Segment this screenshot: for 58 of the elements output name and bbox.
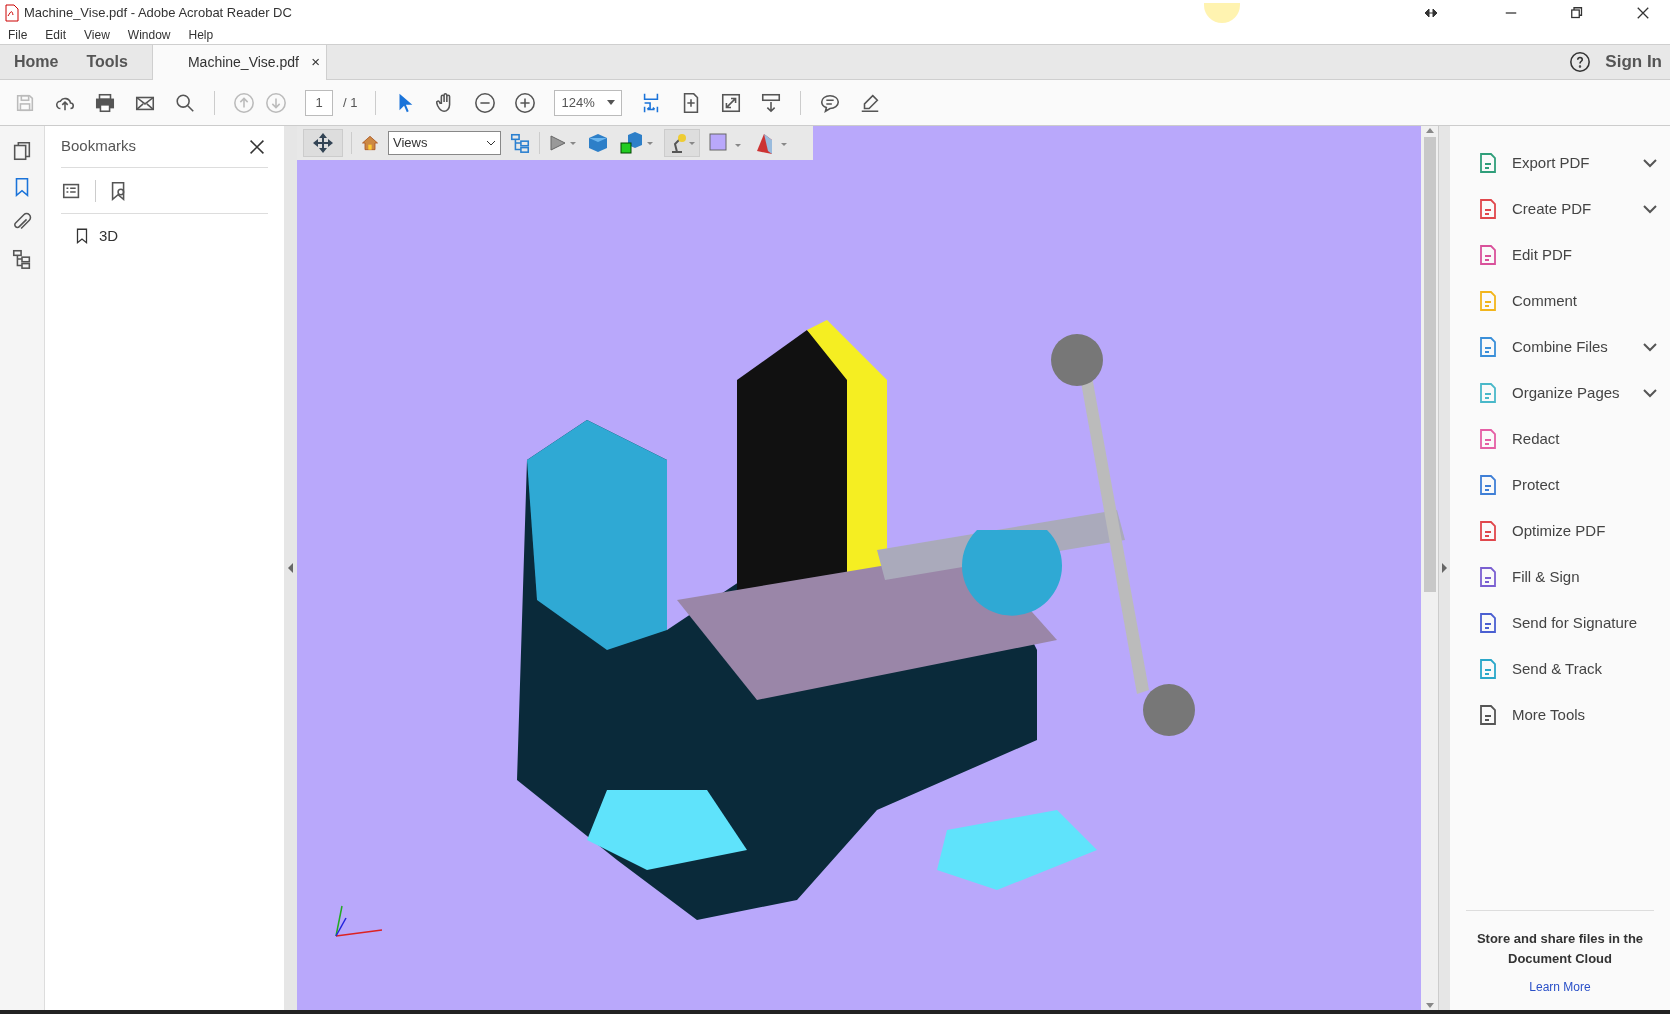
structure-tree-icon[interactable]	[11, 248, 33, 270]
zoom-dropdown[interactable]: 124%	[554, 89, 623, 116]
pdf-file-icon	[4, 4, 20, 22]
nav-tab[interactable]: Tools	[72, 45, 142, 79]
tab-close-button[interactable]: ×	[311, 51, 320, 74]
pages-icon[interactable]	[11, 140, 33, 162]
tool-item[interactable]: Redact	[1450, 416, 1670, 462]
tool-item[interactable]: Export PDF	[1450, 140, 1670, 186]
tool-item[interactable]: Fill & Sign	[1450, 554, 1670, 600]
cube-pair-icon[interactable]	[618, 130, 656, 156]
play-icon[interactable]	[548, 133, 578, 153]
page-number-field[interactable]: 1	[305, 89, 333, 116]
page-total: / 1	[343, 93, 358, 112]
tool-item[interactable]: Send & Track	[1450, 646, 1670, 692]
sign-in-link[interactable]: Sign In	[1605, 49, 1662, 75]
window-title: Machine_Vise.pdf - Adobe Acrobat Reader DC	[24, 4, 292, 23]
chevron-down-icon[interactable]	[1642, 388, 1658, 398]
tool-item[interactable]: Comment	[1450, 278, 1670, 324]
menu-item[interactable]: Window	[127, 26, 171, 44]
tool-item[interactable]: Combine Files	[1450, 324, 1670, 370]
tool-item[interactable]: Send for Signature	[1450, 600, 1670, 646]
tool-item[interactable]: More Tools	[1450, 692, 1670, 738]
cube-icon[interactable]	[586, 131, 610, 155]
menu-item[interactable]: Help	[188, 26, 214, 44]
help-icon[interactable]	[1569, 51, 1592, 73]
full-screen-icon[interactable]	[720, 91, 743, 114]
menu-item[interactable]: View	[84, 26, 110, 44]
tool-item[interactable]: Edit PDF	[1450, 232, 1670, 278]
print-icon[interactable]	[94, 91, 116, 114]
sun-drawing	[1204, 3, 1240, 23]
tool-item[interactable]: Create PDF	[1450, 186, 1670, 232]
home-icon[interactable]	[360, 133, 380, 153]
tool-item[interactable]: Optimize PDF	[1450, 508, 1670, 554]
tab-label: Machine_Vise.pdf	[187, 53, 299, 72]
tool-item[interactable]: Organize Pages	[1450, 370, 1670, 416]
document-tab[interactable]: Machine_Vise.pdf ×	[151, 45, 327, 80]
lighting-button[interactable]	[664, 129, 700, 157]
nav-tab[interactable]: Home	[0, 45, 73, 79]
scrollbar-thumb[interactable]	[1423, 137, 1436, 592]
menu-item[interactable]: Edit	[45, 26, 67, 44]
chevron-down-icon	[486, 139, 496, 147]
menu-item[interactable]: File	[8, 26, 28, 44]
model-tree-icon[interactable]	[509, 132, 531, 154]
cloud-promo-text: Store and share files in the Document Cloud	[1475, 930, 1645, 968]
learn-more-link[interactable]: Learn More	[1529, 978, 1591, 996]
zoom-out-icon[interactable]	[474, 91, 497, 114]
tool-item[interactable]: Protect	[1450, 462, 1670, 508]
bookmark-item[interactable]: 3D	[99, 224, 119, 248]
scroll-mode-icon[interactable]	[760, 91, 783, 114]
resize-arrow-icon[interactable]	[1424, 8, 1438, 18]
chevron-down-icon[interactable]	[1642, 204, 1658, 214]
chevron-down-icon[interactable]	[1642, 342, 1658, 352]
views-dropdown[interactable]: Views	[388, 131, 501, 155]
search-icon[interactable]	[174, 91, 196, 114]
zoom-in-icon[interactable]	[514, 91, 537, 114]
panel-title: Bookmarks	[61, 136, 137, 157]
chevron-down-icon[interactable]	[1642, 158, 1658, 168]
rotate-tool-button[interactable]	[303, 129, 343, 157]
